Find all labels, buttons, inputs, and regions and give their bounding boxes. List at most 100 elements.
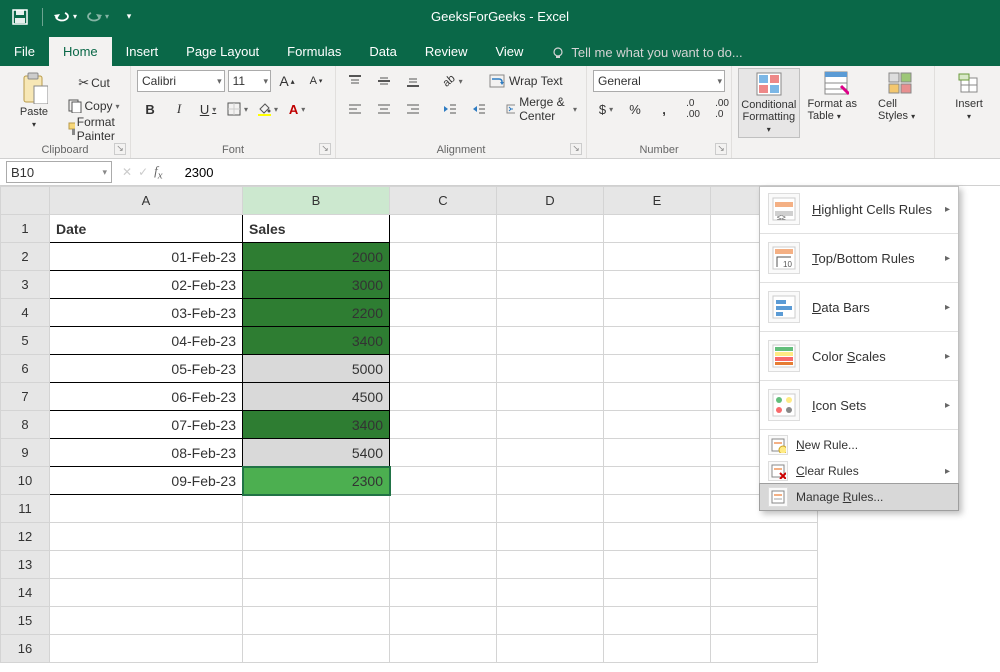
cell-B15[interactable] (243, 607, 390, 635)
row-header-6[interactable]: 6 (1, 355, 50, 383)
bold-button[interactable]: B (137, 98, 163, 120)
align-left-icon[interactable] (342, 98, 368, 120)
increase-font-icon[interactable]: A▴ (274, 70, 300, 92)
paste-button[interactable]: Paste ▾ (6, 70, 62, 140)
name-box[interactable]: B10 (6, 161, 112, 183)
tab-file[interactable]: File (0, 37, 49, 66)
row-header-10[interactable]: 10 (1, 467, 50, 495)
cell-E13[interactable] (604, 551, 711, 579)
cell-C1[interactable] (390, 215, 497, 243)
cell-B9[interactable]: 5400 (243, 439, 390, 467)
cell-E7[interactable] (604, 383, 711, 411)
row-header-1[interactable]: 1 (1, 215, 50, 243)
cell-D3[interactable] (497, 271, 604, 299)
cell-F13[interactable] (711, 551, 818, 579)
undo-icon[interactable]: ▾ (51, 3, 79, 31)
cf-menu-item-4[interactable]: Icon Sets ▸ (760, 383, 958, 427)
row-header-11[interactable]: 11 (1, 495, 50, 523)
cell-D11[interactable] (497, 495, 604, 523)
align-right-icon[interactable] (400, 98, 426, 120)
cell-D6[interactable] (497, 355, 604, 383)
number-format-combo[interactable]: General (593, 70, 725, 92)
cell-A14[interactable] (50, 579, 243, 607)
format-painter-button[interactable]: Format Painter (64, 118, 124, 140)
cell-B8[interactable]: 3400 (243, 411, 390, 439)
redo-icon[interactable]: ▾ (83, 3, 111, 31)
decrease-indent-icon[interactable] (437, 98, 463, 120)
cell-B11[interactable] (243, 495, 390, 523)
row-header-16[interactable]: 16 (1, 635, 50, 663)
decrease-font-icon[interactable]: A▾ (303, 70, 329, 92)
cell-C9[interactable] (390, 439, 497, 467)
row-header-12[interactable]: 12 (1, 523, 50, 551)
wrap-text-button[interactable]: Wrap Text (486, 70, 566, 92)
cell-A8[interactable]: 07-Feb-23 (50, 411, 243, 439)
row-header-8[interactable]: 8 (1, 411, 50, 439)
tab-review[interactable]: Review (411, 37, 482, 66)
cell-C14[interactable] (390, 579, 497, 607)
cut-button[interactable]: ✂Cut (64, 72, 124, 94)
font-name-combo[interactable]: Calibri (137, 70, 225, 92)
cell-F16[interactable] (711, 635, 818, 663)
merge-center-button[interactable]: Merge & Center▾ (503, 98, 580, 120)
row-header-3[interactable]: 3 (1, 271, 50, 299)
cell-A9[interactable]: 08-Feb-23 (50, 439, 243, 467)
italic-button[interactable]: I (166, 98, 192, 120)
cell-A11[interactable] (50, 495, 243, 523)
cell-B1[interactable]: Sales (243, 215, 390, 243)
conditional-formatting-button[interactable]: Conditional Formatting ▾ (738, 68, 799, 138)
accounting-format-button[interactable]: $▾ (593, 98, 619, 120)
cell-A16[interactable] (50, 635, 243, 663)
column-header-A[interactable]: A (50, 187, 243, 215)
tab-formulas[interactable]: Formulas (273, 37, 355, 66)
formula-input[interactable] (181, 160, 1000, 184)
cell-D10[interactable] (497, 467, 604, 495)
row-header-7[interactable]: 7 (1, 383, 50, 411)
underline-button[interactable]: U▾ (195, 98, 221, 120)
clipboard-launcher[interactable]: ↘ (114, 143, 126, 155)
tab-data[interactable]: Data (355, 37, 410, 66)
cell-D15[interactable] (497, 607, 604, 635)
cell-C5[interactable] (390, 327, 497, 355)
cell-A13[interactable] (50, 551, 243, 579)
cell-A4[interactable]: 03-Feb-23 (50, 299, 243, 327)
cell-E15[interactable] (604, 607, 711, 635)
column-header-C[interactable]: C (390, 187, 497, 215)
cell-E12[interactable] (604, 523, 711, 551)
fx-icon[interactable]: fx (154, 163, 162, 182)
cell-styles-button[interactable]: Cell Styles ▾ (872, 68, 928, 138)
cf-menu-item-2[interactable]: Data Bars ▸ (760, 285, 958, 329)
cell-C15[interactable] (390, 607, 497, 635)
cell-D2[interactable] (497, 243, 604, 271)
cell-C2[interactable] (390, 243, 497, 271)
cell-B5[interactable]: 3400 (243, 327, 390, 355)
cell-D13[interactable] (497, 551, 604, 579)
cell-E1[interactable] (604, 215, 711, 243)
cell-D1[interactable] (497, 215, 604, 243)
align-bottom-icon[interactable] (400, 70, 426, 92)
cell-E14[interactable] (604, 579, 711, 607)
cell-B13[interactable] (243, 551, 390, 579)
font-launcher[interactable]: ↘ (319, 143, 331, 155)
cell-A2[interactable]: 01-Feb-23 (50, 243, 243, 271)
align-top-icon[interactable] (342, 70, 368, 92)
cell-F14[interactable] (711, 579, 818, 607)
row-header-4[interactable]: 4 (1, 299, 50, 327)
row-header-14[interactable]: 14 (1, 579, 50, 607)
cell-E9[interactable] (604, 439, 711, 467)
spreadsheet-grid[interactable]: ABCDEF1DateSales201-Feb-232000302-Feb-23… (0, 186, 818, 663)
cell-F15[interactable] (711, 607, 818, 635)
cell-E10[interactable] (604, 467, 711, 495)
cell-C12[interactable] (390, 523, 497, 551)
font-size-combo[interactable]: 11 (228, 70, 271, 92)
cell-C10[interactable] (390, 467, 497, 495)
tab-insert[interactable]: Insert (112, 37, 173, 66)
increase-decimal-icon[interactable]: .0.00 (680, 98, 706, 120)
cell-A1[interactable]: Date (50, 215, 243, 243)
cell-B2[interactable]: 2000 (243, 243, 390, 271)
cell-B12[interactable] (243, 523, 390, 551)
row-header-2[interactable]: 2 (1, 243, 50, 271)
cell-D12[interactable] (497, 523, 604, 551)
cancel-formula-icon[interactable]: ✕ (122, 165, 132, 179)
cell-D9[interactable] (497, 439, 604, 467)
